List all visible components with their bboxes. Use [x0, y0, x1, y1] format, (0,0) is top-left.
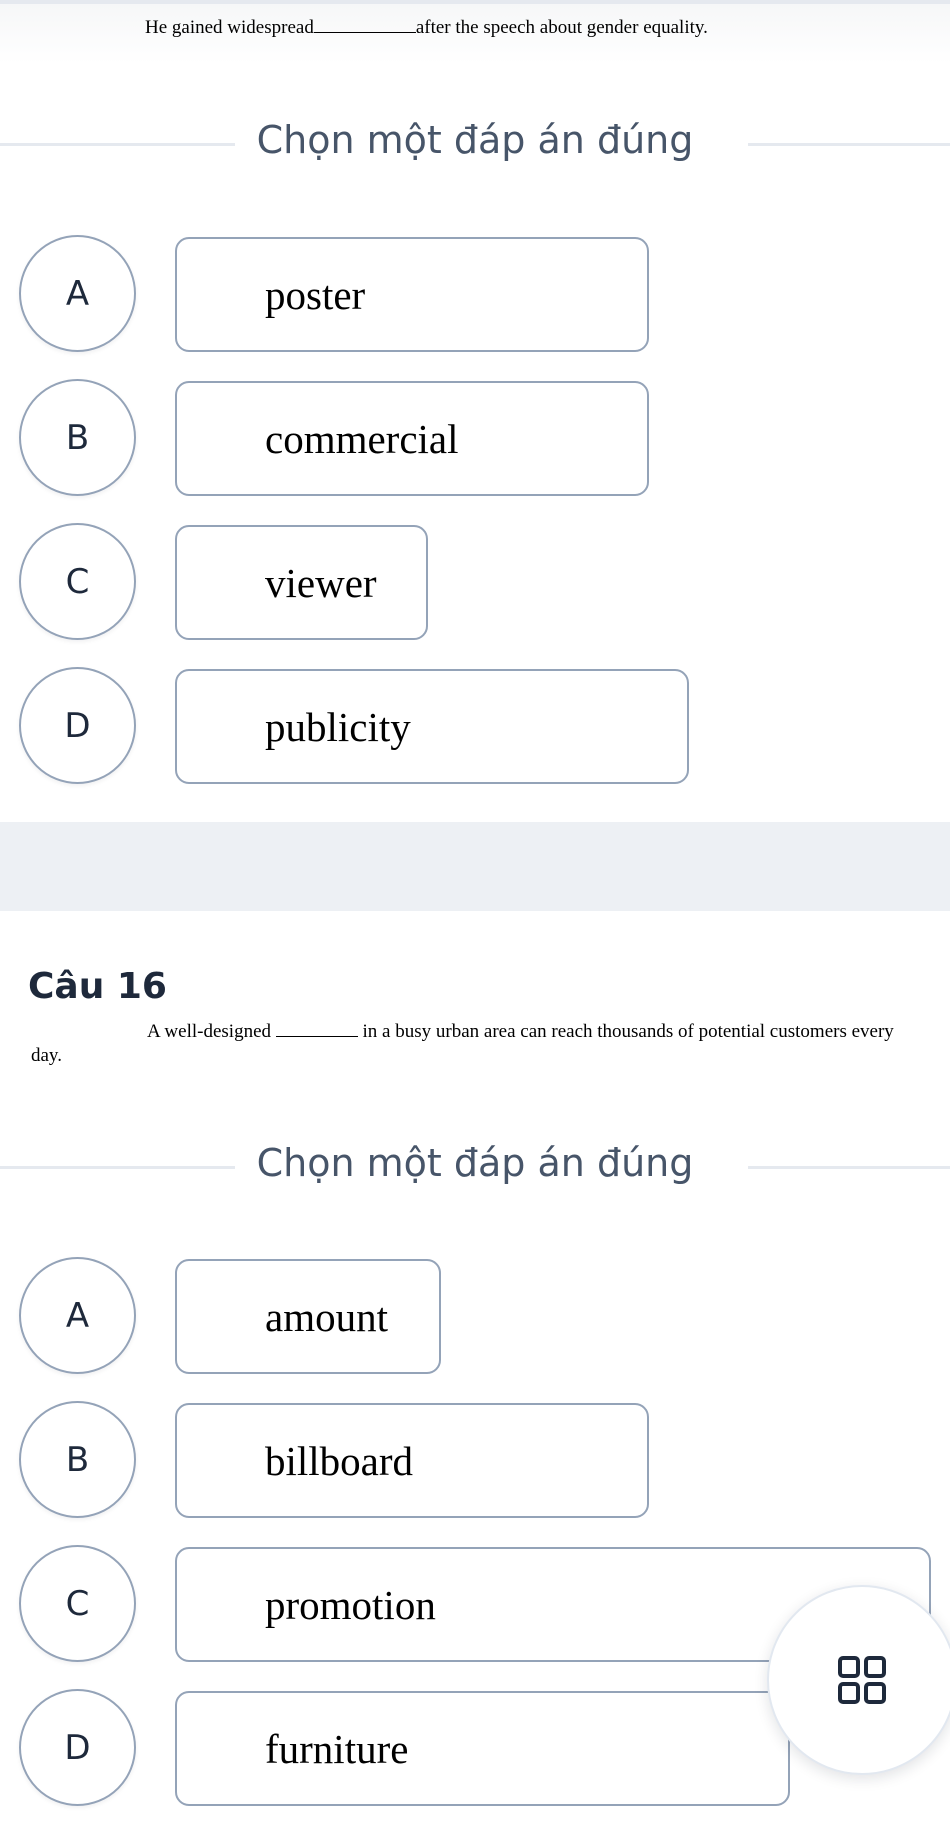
option-d-button[interactable]: furniture [175, 1691, 790, 1806]
sentence-part-after: after the speech about gender equality. [415, 17, 708, 38]
option-a-letter[interactable]: A [19, 1257, 136, 1374]
question-16-title: Câu 16 [28, 966, 167, 1007]
question-16-sentence-end: day. [31, 1045, 62, 1066]
question-grid-button[interactable] [767, 1585, 950, 1775]
grid-icon [838, 1656, 886, 1704]
option-c-button[interactable]: viewer [175, 525, 428, 640]
choose-answer-title: Chọn một đáp án đúng [256, 1141, 694, 1185]
option-d-letter[interactable]: D [19, 667, 136, 784]
sentence-part-after: in a busy urban area can reach thousands… [362, 1021, 894, 1042]
option-d-button[interactable]: publicity [175, 669, 689, 784]
option-b-text: billboard [265, 1437, 414, 1484]
question-16-sentence: A well-designed in a busy urban area can… [147, 1021, 894, 1043]
divider-right [748, 1166, 950, 1169]
option-c-letter[interactable]: C [19, 1545, 136, 1662]
option-b-letter[interactable]: B [19, 1401, 136, 1518]
option-d-letter[interactable]: D [19, 1689, 136, 1806]
blank [275, 1035, 358, 1037]
choose-answer-title: Chọn một đáp án đúng [256, 118, 694, 162]
option-b-button[interactable]: billboard [175, 1403, 649, 1518]
option-b-letter[interactable]: B [19, 379, 136, 496]
divider-right [748, 143, 950, 146]
option-a-button[interactable]: poster [175, 237, 649, 352]
question-15-sentence: He gained widespread after the speech abo… [145, 17, 708, 39]
sentence-part-before: A well-designed [147, 1021, 272, 1042]
option-b-button[interactable]: commercial [175, 381, 649, 496]
option-a-text: poster [265, 271, 366, 318]
option-c-text: viewer [265, 559, 377, 606]
option-d-text: publicity [265, 703, 411, 750]
option-a-button[interactable]: amount [175, 1259, 441, 1374]
blank [313, 31, 416, 33]
option-c-text: promotion [265, 1581, 436, 1628]
option-b-text: commercial [265, 415, 459, 462]
option-a-text: amount [265, 1293, 388, 1340]
question-separator [0, 822, 950, 911]
option-d-text: furniture [265, 1725, 409, 1772]
sentence-part-before: He gained widespread [145, 17, 314, 38]
option-a-letter[interactable]: A [19, 235, 136, 352]
option-c-letter[interactable]: C [19, 523, 136, 640]
